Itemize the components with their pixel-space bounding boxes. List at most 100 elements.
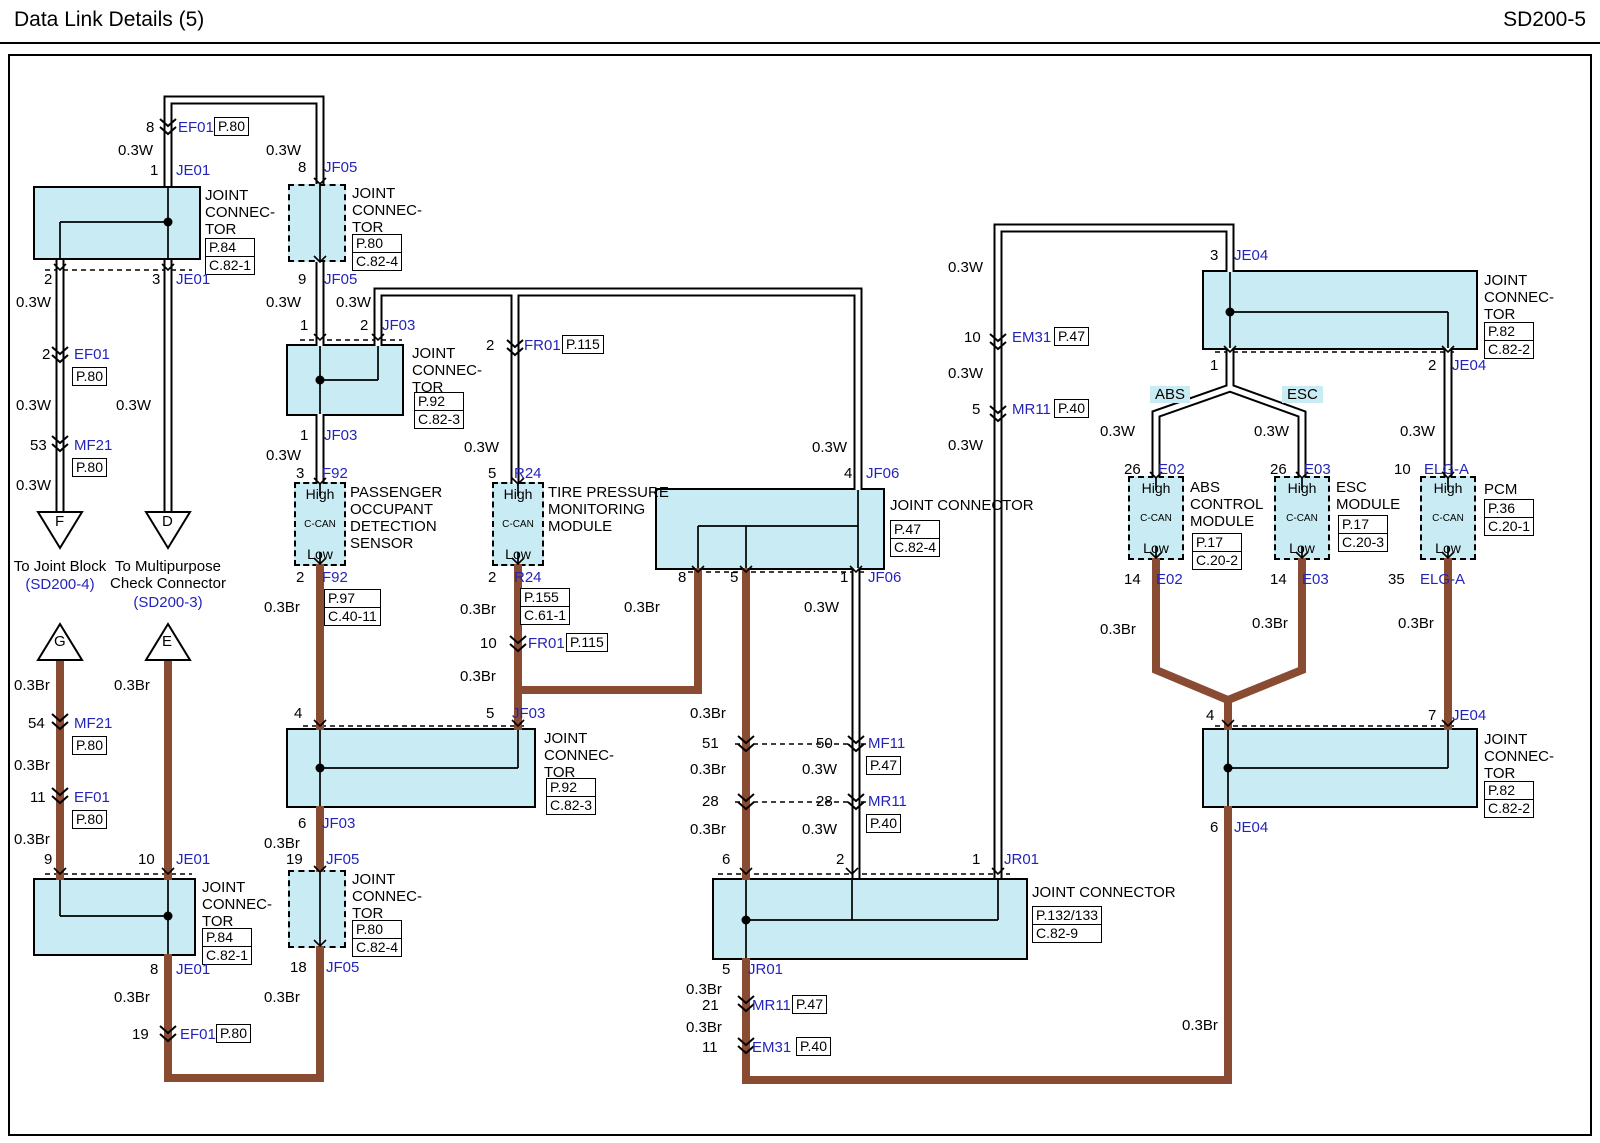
pin-number: 28 <box>816 793 833 810</box>
system-tag-esc: ESC <box>1282 386 1323 403</box>
page-ref-line: P.84 <box>206 239 254 256</box>
can-bus-label: C-CAN <box>1432 513 1464 524</box>
triangle-letter: D <box>162 513 173 530</box>
component-name: PCM <box>1484 481 1517 498</box>
pin-number: 54 <box>28 715 45 732</box>
pin-number: 11 <box>30 789 46 806</box>
pin-number: 9 <box>298 271 306 288</box>
connector-id: F92 <box>322 465 348 482</box>
page-ref: P.40 <box>866 814 901 833</box>
splice-id: MR11 <box>1012 401 1051 418</box>
page-ref: P.82C.82-2 <box>1484 322 1534 359</box>
connector-id: R24 <box>514 569 542 586</box>
pin-number: 2 <box>836 851 844 868</box>
page-ref-line: P.17 <box>1193 534 1241 551</box>
page-title: Data Link Details (5) <box>14 8 204 32</box>
page-ref-line: C.82-2 <box>1485 799 1533 817</box>
wire-gauge: 0.3W <box>118 142 153 159</box>
connector-id: E02 <box>1156 571 1183 588</box>
can-low-label: Low <box>1289 540 1315 556</box>
wire-gauge: 0.3Br <box>690 705 726 722</box>
joint-connector-box-jf03-top <box>286 344 404 416</box>
page-ref-line: C.82-4 <box>353 252 401 270</box>
connector-id: JF03 <box>322 815 355 832</box>
page-ref-line: C.20-3 <box>1339 533 1387 551</box>
wire-gauge: 0.3Br <box>264 989 300 1006</box>
page-ref-line: P.36 <box>1485 500 1533 517</box>
page-ref: P.80 <box>216 1024 251 1043</box>
page-ref: P.92C.82-3 <box>414 392 464 429</box>
wire-gauge: 0.3W <box>1254 423 1289 440</box>
destination-label: To Multipurpose Check Connector <box>100 558 236 592</box>
wire-gauge: 0.3Br <box>264 599 300 616</box>
wire-gauge: 0.3W <box>802 761 837 778</box>
pin-number: 1 <box>840 569 848 586</box>
pin-number: 1 <box>1210 357 1218 374</box>
pin-number: 2 <box>488 569 496 586</box>
wire-gauge: 0.3W <box>1100 423 1135 440</box>
can-bus-label: C-CAN <box>502 519 534 530</box>
wire-gauge: 0.3W <box>16 477 51 494</box>
can-pin-labels: High C-CAN Low <box>492 484 544 564</box>
joint-connector-box-je01-top <box>33 186 201 260</box>
page-ref: P.17C.20-2 <box>1192 533 1242 570</box>
wire-gauge: 0.3W <box>266 142 301 159</box>
splice-id: FR01 <box>524 337 561 354</box>
can-high-label: High <box>306 486 335 502</box>
wire-gauge: 0.3W <box>16 294 51 311</box>
wire-gauge: 0.3W <box>812 439 847 456</box>
page-ref-line: P.82 <box>1485 782 1533 799</box>
wire-gauge: 0.3W <box>1400 423 1435 440</box>
joint-connector-box-jf05-btm <box>288 870 346 948</box>
connector-id: JE04 <box>1234 247 1268 264</box>
wire-gauge: 0.3Br <box>460 668 496 685</box>
page-ref: P.80 <box>72 367 107 386</box>
pin-number: 2 <box>1428 357 1436 374</box>
can-low-label: Low <box>307 546 333 562</box>
pin-number: 26 <box>1124 461 1141 478</box>
pin-number: 7 <box>1428 707 1436 724</box>
pin-number: 10 <box>480 635 497 652</box>
page-ref: P.132/133C.82-9 <box>1032 906 1102 943</box>
page-ref-line: P.97 <box>325 590 380 607</box>
pin-number: 3 <box>152 271 160 288</box>
wire-gauge: 0.3W <box>464 439 499 456</box>
can-bus-label: C-CAN <box>1286 513 1318 524</box>
pin-number: 1 <box>972 851 980 868</box>
connector-id: JF05 <box>324 159 357 176</box>
pin-number: 4 <box>844 465 852 482</box>
connector-id: JF03 <box>382 317 415 334</box>
wire-gauge: 0.3Br <box>690 821 726 838</box>
pin-number: 2 <box>42 346 50 363</box>
page-ref-line: P.155 <box>521 589 569 606</box>
pin-number: 28 <box>702 793 719 810</box>
wire-gauge: 0.3W <box>948 437 983 454</box>
page-ref: P.80 <box>72 810 107 829</box>
component-name: JOINT CONNEC-TOR <box>1484 272 1560 323</box>
pin-number: 2 <box>296 569 304 586</box>
can-pin-labels: High C-CAN Low <box>1274 478 1330 558</box>
pin-number: 8 <box>150 961 158 978</box>
pin-number: 5 <box>730 569 738 586</box>
wire-gauge: 0.3Br <box>264 835 300 852</box>
connector-id: JE01 <box>176 851 210 868</box>
pin-number: 4 <box>1206 707 1214 724</box>
pin-number: 8 <box>298 159 306 176</box>
wire-gauge: 0.3Br <box>1182 1017 1218 1034</box>
can-bus-label: C-CAN <box>1140 513 1172 524</box>
page-ref: P.47 <box>792 995 827 1014</box>
wire-gauge: 0.3W <box>116 397 151 414</box>
pin-number: 10 <box>1394 461 1411 478</box>
pin-number: 3 <box>1210 247 1218 264</box>
connector-id: E03 <box>1304 461 1331 478</box>
pin-number: 10 <box>138 851 155 868</box>
destination-page: (SD200-3) <box>100 594 236 611</box>
connector-id: ELG-A <box>1420 571 1465 588</box>
component-name: PASSENGER OCCUPANT DETECTION SENSOR <box>350 484 462 552</box>
page-ref-line: C.82-1 <box>206 256 254 274</box>
splice-id: MF21 <box>74 437 112 454</box>
connector-id: F92 <box>322 569 348 586</box>
connector-id: JF05 <box>326 959 359 976</box>
pin-number: 5 <box>488 465 496 482</box>
wire-gauge: 0.3Br <box>690 761 726 778</box>
